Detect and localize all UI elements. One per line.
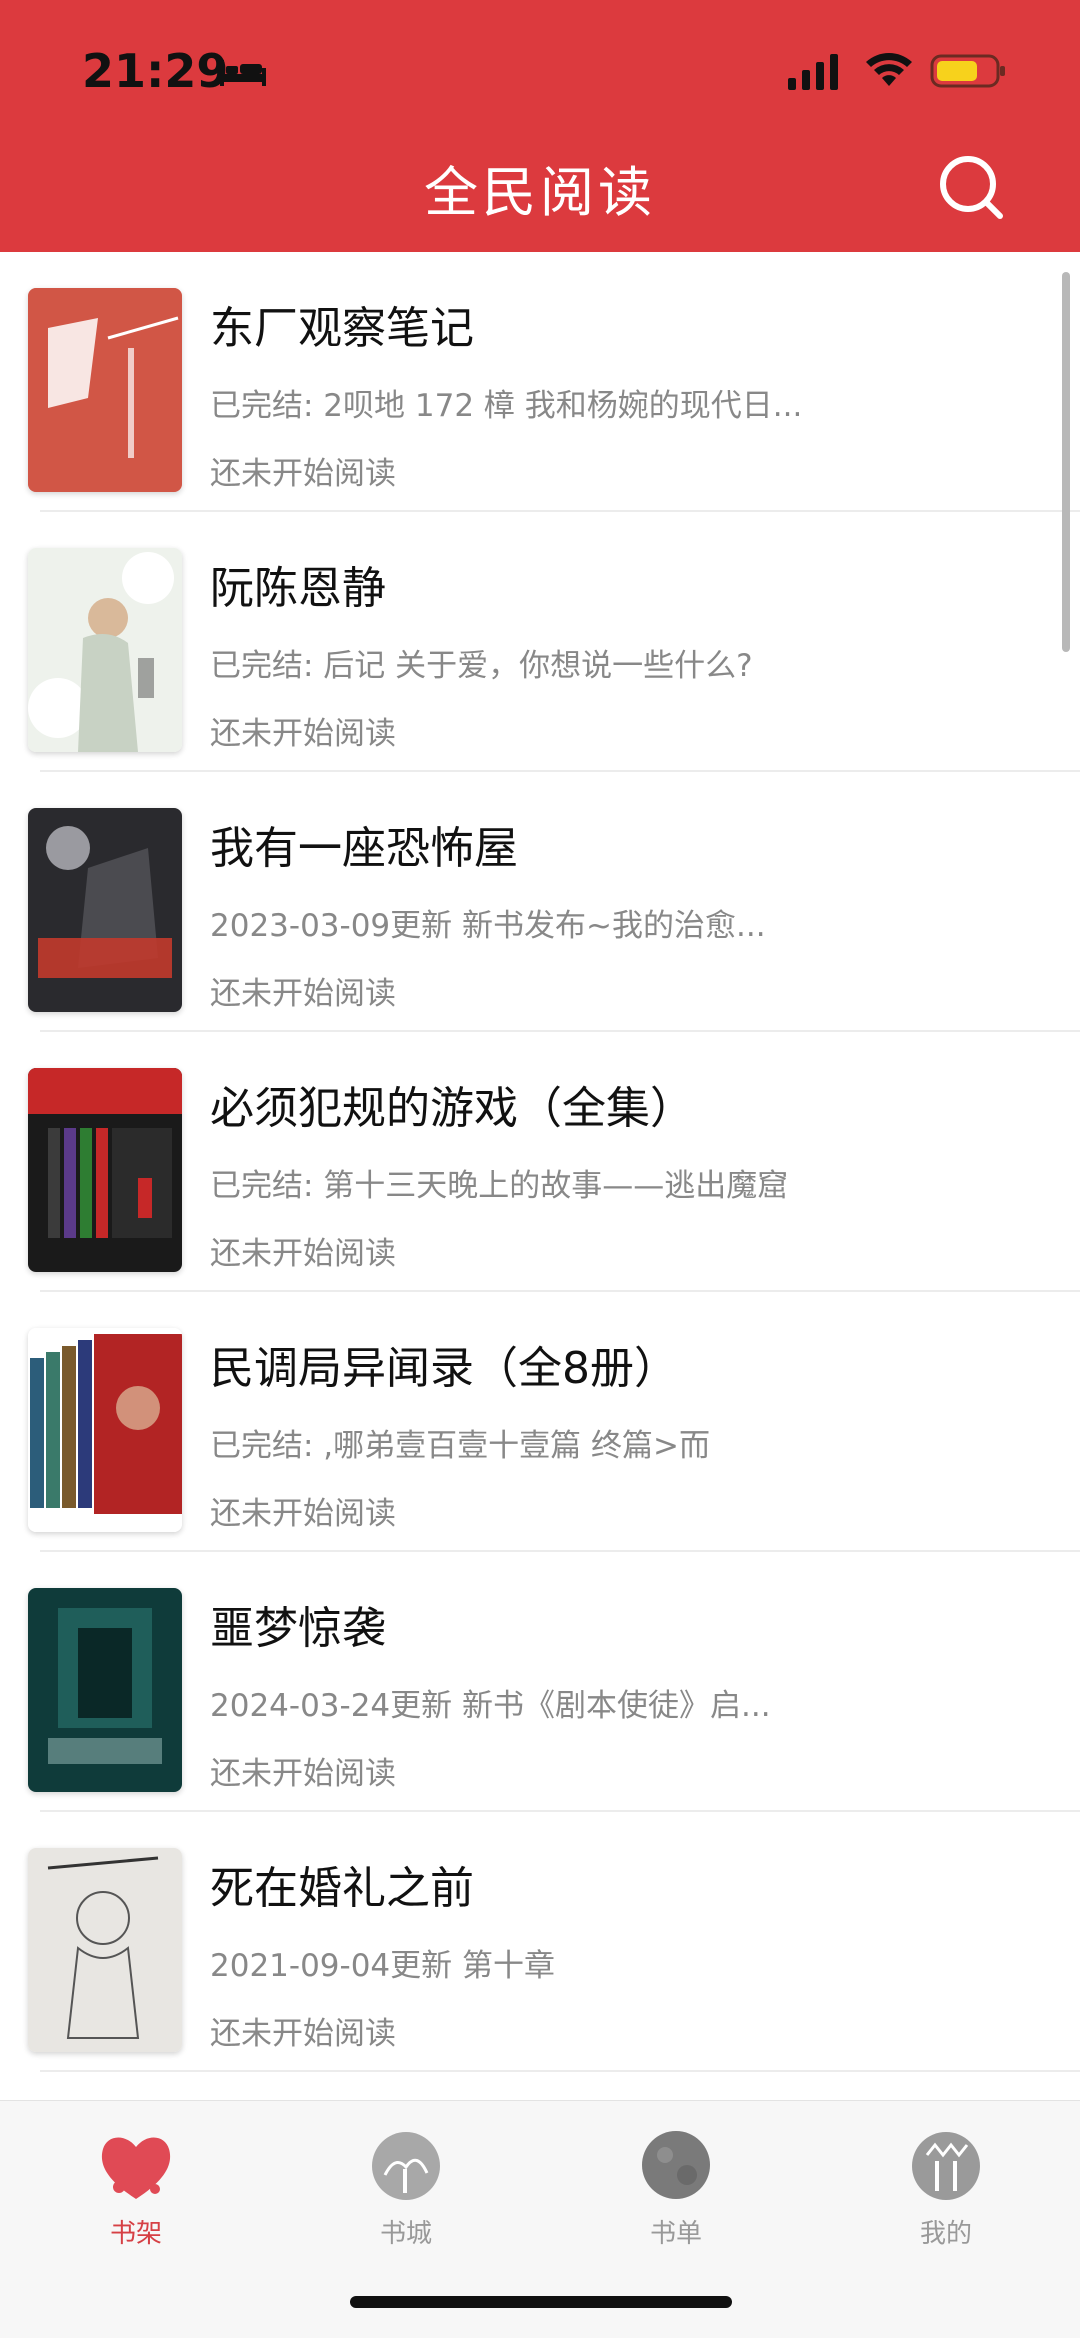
book-title: 死在婚礼之前 (210, 1863, 474, 1914)
book-latest-chapter: 2024-03-24更新 新书《剧本使徒》启... (210, 1688, 771, 1724)
book-row[interactable]: 东厂观察笔记 已完结: 2呗地 172 樟 我和杨婉的现代日... 还未开始阅读 (0, 252, 1080, 512)
status-time: 21:29 (82, 44, 229, 98)
page-title: 全民阅读 (424, 161, 656, 224)
reading-status: 还未开始阅读 (210, 456, 396, 492)
book-title: 阮陈恩静 (210, 563, 386, 614)
book-title: 东厂观察笔记 (210, 303, 474, 354)
book-cover[interactable] (28, 808, 182, 1012)
book-title: 必须犯规的游戏（全集） (210, 1083, 694, 1134)
sleep-mode-icon (220, 60, 266, 86)
book-cover[interactable] (28, 1068, 182, 1272)
reading-status: 还未开始阅读 (210, 2016, 396, 2052)
book-row[interactable]: 我有一座恐怖屋 2023-03-09更新 新书发布~我的治愈... 还未开始阅读 (0, 772, 1080, 1032)
book-latest-chapter: 已完结: 2呗地 172 樟 我和杨婉的现代日... (210, 388, 803, 424)
home-indicator[interactable] (350, 2296, 732, 2308)
reading-status: 还未开始阅读 (210, 1496, 396, 1532)
book-row[interactable]: 噩梦惊袭 2024-03-24更新 新书《剧本使徒》启... 还未开始阅读 (0, 1552, 1080, 1812)
book-title: 噩梦惊袭 (210, 1603, 386, 1654)
reading-status: 还未开始阅读 (210, 716, 396, 752)
book-row[interactable]: 死在婚礼之前 2021-09-04更新 第十章 还未开始阅读 (0, 1812, 1080, 2072)
scrollbar[interactable] (1062, 272, 1070, 652)
book-latest-chapter: 已完结: 后记 关于爱，你想说一些什么? (210, 648, 753, 684)
book-cover[interactable] (28, 1848, 182, 2052)
bookshelf-list[interactable]: 东厂观察笔记 已完结: 2呗地 172 樟 我和杨婉的现代日... 还未开始阅读… (0, 252, 1080, 2100)
bookstore-tab-icon (372, 2132, 440, 2200)
book-latest-chapter: 2023-03-09更新 新书发布~我的治愈... (210, 908, 766, 944)
book-row[interactable]: 阮陈恩静 已完结: 后记 关于爱，你想说一些什么? 还未开始阅读 (0, 512, 1080, 772)
tab-label: 书城 (379, 2219, 432, 2249)
bookshelf-tab-icon (101, 2137, 171, 2199)
tab-bookstore[interactable]: 书城 (296, 2125, 516, 2265)
book-cover[interactable] (28, 1588, 182, 1792)
book-cover[interactable] (28, 1328, 182, 1532)
profile-tab-icon (912, 2132, 980, 2200)
tab-label: 书架 (109, 2219, 162, 2249)
book-cover[interactable] (28, 548, 182, 752)
book-latest-chapter: 2021-09-04更新 第十章 (210, 1948, 556, 1984)
tab-bookshelf[interactable]: 书架 (26, 2125, 246, 2265)
reading-status: 还未开始阅读 (210, 1236, 396, 1272)
book-title: 我有一座恐怖屋 (210, 823, 518, 874)
tab-label: 我的 (919, 2219, 972, 2249)
search-icon[interactable] (936, 152, 1006, 222)
top-app-bar: 21:29 全民阅读 (0, 0, 1080, 252)
booklist-tab-icon (642, 2131, 710, 2199)
wifi-icon (866, 53, 912, 86)
book-latest-chapter: 已完结: 第十三天晚上的故事——逃出魔窟 (210, 1168, 789, 1204)
book-row[interactable]: 民调局异闻录（全8册） 已完结: ,哪弟壹百壹十壹篇 终篇>而 还未开始阅读 (0, 1292, 1080, 1552)
tab-booklist[interactable]: 书单 (566, 2125, 786, 2265)
book-row[interactable]: 必须犯规的游戏（全集） 已完结: 第十三天晚上的故事——逃出魔窟 还未开始阅读 (0, 1032, 1080, 1292)
book-cover[interactable] (28, 288, 182, 492)
book-title: 民调局异闻录（全8册） (210, 1343, 678, 1394)
tab-label: 书单 (649, 2219, 702, 2249)
row-divider (40, 2070, 1080, 2072)
reading-status: 还未开始阅读 (210, 1756, 396, 1792)
tab-me[interactable]: 我的 (836, 2125, 1056, 2265)
reading-status: 还未开始阅读 (210, 976, 396, 1012)
cellular-signal-icon (788, 54, 838, 90)
battery-icon (930, 54, 1005, 88)
book-latest-chapter: 已完结: ,哪弟壹百壹十壹篇 终篇>而 (210, 1428, 710, 1464)
